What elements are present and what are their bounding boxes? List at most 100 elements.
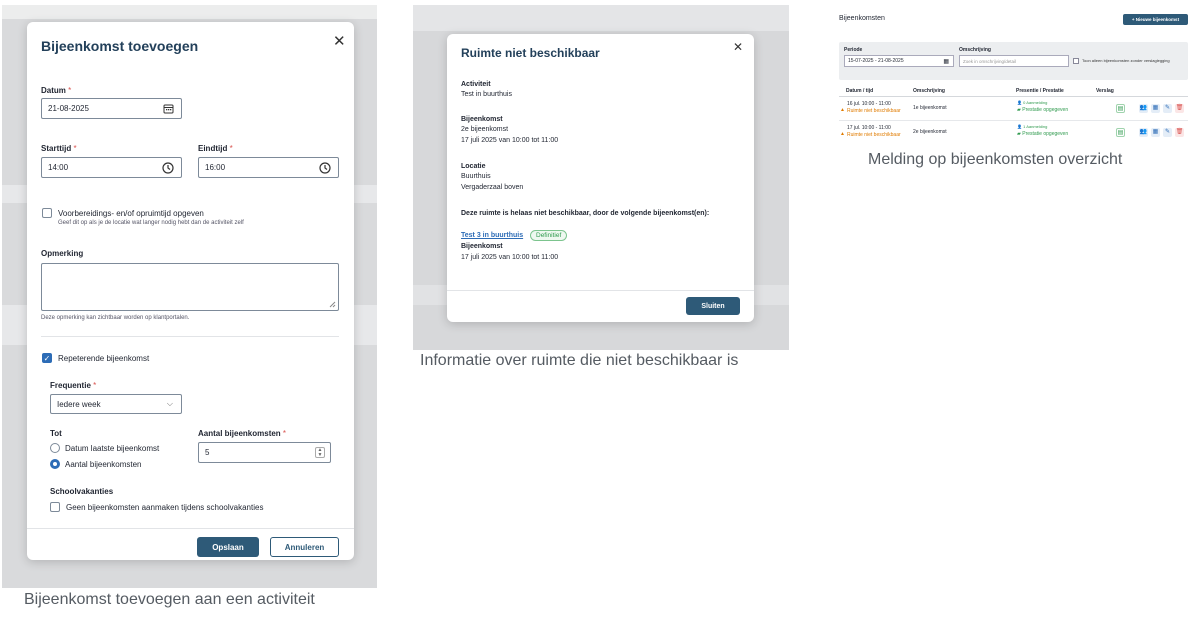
row-warning: Ruimte niet beschikbaar — [847, 108, 901, 114]
end-time-label: Eindtijd * — [198, 144, 233, 153]
conflict-meeting-link[interactable]: Test 3 in buurthuis — [461, 232, 523, 239]
period-label: Periode — [844, 47, 863, 53]
row-date: 17 jul. 10:00 - 11:00 — [847, 125, 891, 131]
stepper-icon[interactable]: ▲ ▼ — [315, 447, 325, 458]
resize-handle-icon[interactable] — [329, 301, 336, 308]
caption-room-unavailable: Informatie over ruimte die niet beschikb… — [420, 352, 739, 369]
prep-time-checkbox[interactable] — [42, 208, 52, 218]
close-button[interactable]: Sluiten — [686, 297, 740, 315]
col-description-header: Omschrijving — [913, 88, 945, 94]
conflict-type: Bijeenkomst — [461, 243, 503, 250]
background-header — [413, 5, 789, 31]
repeat-checkbox[interactable]: ✓ — [42, 353, 52, 363]
row-description: 2e bijeenkomst — [913, 129, 947, 135]
delete-icon[interactable]: 🗑 — [1175, 104, 1184, 113]
page-title: Bijeenkomsten — [839, 15, 885, 22]
col-report-header: Verslag — [1096, 88, 1114, 94]
count-input[interactable]: 5 ▲ ▼ — [198, 442, 331, 463]
only-unreported-label: Toon alleen bijeenkomsten zonder verslag… — [1082, 58, 1170, 63]
screenshot-meetings-overview: Bijeenkomsten + Nieuwe bijeenkomst Perio… — [830, 5, 1192, 145]
prep-time-label: Voorbereidings- en/of opruimtijd opgeven — [58, 209, 204, 218]
only-unreported-checkbox[interactable] — [1073, 58, 1079, 64]
frequency-label: Frequentie * — [50, 381, 97, 390]
frequency-select[interactable]: Iedere week ⌵ — [50, 394, 182, 414]
warning-icon: ▲ — [840, 131, 845, 137]
remark-textarea[interactable] — [41, 263, 339, 311]
start-time-label: Starttijd * — [41, 144, 77, 153]
header-divider — [839, 96, 1188, 97]
meeting-time: 17 juli 2025 van 10:00 tot 11:00 — [461, 137, 559, 144]
group-icon[interactable]: ▦ — [1151, 128, 1160, 137]
activity-value: Test in buurthuis — [461, 91, 512, 98]
remark-help: Deze opmerking kan zichtbaar worden op k… — [41, 315, 190, 321]
screenshot-room-unavailable: Ruimte niet beschikbaar ✕ Activiteit Tes… — [413, 5, 789, 350]
edit-icon[interactable]: ✎ — [1163, 128, 1172, 137]
divider — [41, 336, 339, 337]
col-date-header: Datum / tijd — [846, 88, 874, 94]
location-line-2: Vergaderzaal boven — [461, 184, 524, 191]
description-search-input[interactable]: Zoek in omschrijving/detail — [959, 55, 1069, 67]
school-holidays-option: Geen bijeenkomsten aanmaken tijdens scho… — [66, 503, 264, 512]
calendar-icon: ▦ — [943, 59, 949, 65]
clock-icon — [319, 162, 331, 174]
end-time-input[interactable]: 16:00 — [198, 157, 339, 178]
school-holidays-label: Schoolvakanties — [50, 487, 114, 496]
status-badge: Definitief — [530, 230, 568, 241]
attendees-icon[interactable]: 👥 — [1139, 104, 1148, 113]
row-warning: Ruimte niet beschikbaar — [847, 132, 901, 138]
col-presence-header: Presentie / Prestatie — [1016, 88, 1064, 94]
remark-label: Opmerking — [41, 249, 84, 258]
prep-time-help: Geef dit op als je de locatie wat langer… — [58, 220, 244, 226]
cancel-button[interactable]: Annuleren — [270, 537, 339, 557]
row-description: 1e bijeenkomst — [913, 105, 947, 111]
location-label: Locatie — [461, 163, 486, 170]
room-unavailable-dialog: Ruimte niet beschikbaar ✕ Activiteit Tes… — [447, 34, 754, 322]
close-icon[interactable]: ✕ — [333, 32, 346, 50]
group-icon[interactable]: ▦ — [1151, 104, 1160, 113]
row-date: 16 jul. 10:00 - 11:00 — [847, 101, 891, 107]
unavailable-warning: Deze ruimte is helaas niet beschikbaar, … — [461, 210, 710, 217]
location-line-1: Buurthuis — [461, 173, 491, 180]
new-meeting-button[interactable]: + Nieuwe bijeenkomst — [1123, 14, 1188, 25]
delete-icon[interactable]: 🗑 — [1175, 128, 1184, 137]
table-row[interactable]: 17 jul. 10:00 - 11:00 ▲ Ruimte niet besc… — [839, 122, 1188, 144]
save-button[interactable]: Opslaan — [197, 537, 259, 557]
start-time-input[interactable]: 14:00 — [41, 157, 182, 178]
close-icon[interactable]: ✕ — [733, 40, 743, 54]
background-header — [2, 5, 377, 19]
meeting-name: 2e bijeenkomst — [461, 126, 509, 133]
activity-label: Activiteit — [461, 81, 491, 88]
dialog-title: Ruimte niet beschikbaar — [461, 46, 600, 60]
caption-add-meeting: Bijeenkomst toevoegen aan een activiteit — [24, 591, 315, 608]
chevron-down-icon: ⌵ — [166, 399, 173, 408]
until-date-radio[interactable] — [50, 443, 60, 453]
date-input[interactable]: 21-08-2025 — [41, 98, 182, 119]
report-icon[interactable]: ▤ — [1116, 104, 1125, 113]
table-row[interactable]: 16 jul. 10:00 - 11:00 ▲ Ruimte niet besc… — [839, 98, 1188, 120]
period-input[interactable]: 15-07-2025 - 21-08-2025 ▦ — [844, 55, 954, 67]
school-holidays-checkbox[interactable] — [50, 502, 60, 512]
description-label: Omschrijving — [959, 47, 991, 53]
conflict-time: 17 juli 2025 van 10:00 tot 11:00 — [461, 254, 559, 261]
row-registration: 👤 0 Aanmelding — [1017, 100, 1048, 105]
date-label: Datum * — [41, 86, 72, 95]
until-label: Tot — [50, 429, 62, 438]
warning-icon: ▲ — [840, 107, 845, 113]
footer-divider — [27, 528, 354, 529]
until-count-label: Aantal bijeenkomsten — [65, 460, 142, 469]
row-registration: 👤 1 Aanmelding — [1017, 124, 1048, 129]
report-icon[interactable]: ▤ — [1116, 128, 1125, 137]
caption-meetings-overview: Melding op bijeenkomsten overzicht — [868, 151, 1123, 168]
until-count-radio[interactable] — [50, 459, 60, 469]
until-date-label: Datum laatste bijeenkomst — [65, 444, 160, 453]
repeat-label: Repeterende bijeenkomst — [58, 354, 150, 363]
dialog-title: Bijeenkomst toevoegen — [41, 38, 199, 54]
filter-panel: Periode 15-07-2025 - 21-08-2025 ▦ Omschr… — [839, 42, 1188, 80]
row-performance: ▰ Prestatie opgegeven — [1017, 107, 1069, 113]
clock-icon — [162, 162, 174, 174]
meeting-label: Bijeenkomst — [461, 116, 503, 123]
edit-icon[interactable]: ✎ — [1163, 104, 1172, 113]
screenshot-add-meeting: Bijeenkomst toevoegen ✕ Datum * 21-08-20… — [2, 5, 377, 588]
add-meeting-dialog: Bijeenkomst toevoegen ✕ Datum * 21-08-20… — [27, 22, 354, 560]
attendees-icon[interactable]: 👥 — [1139, 128, 1148, 137]
